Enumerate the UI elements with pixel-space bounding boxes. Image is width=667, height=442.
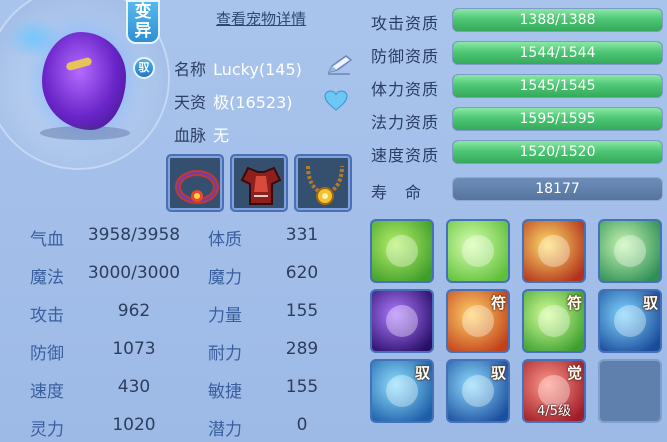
aptitude-label: 攻击资质: [371, 14, 440, 33]
shield-icon: [386, 375, 418, 407]
skill-slot[interactable]: 驭: [446, 359, 510, 423]
aptitude-label: 速度资质: [371, 146, 440, 165]
blue-sword-icon: [462, 375, 494, 407]
aptitude-value: 1544/1544: [519, 45, 596, 61]
aptitude-bar: 1388/1388: [452, 8, 663, 32]
armor-icon: [240, 166, 282, 205]
pet-bloodline-label: 血脉: [174, 126, 207, 145]
pet-bloodline-row: 血脉 无: [174, 122, 229, 146]
stat-label: 体质: [208, 230, 242, 250]
lifespan-label: 寿 命: [371, 183, 423, 202]
red-scroll-icon: [538, 235, 570, 267]
pointing-hand-icon: [538, 305, 570, 337]
view-pet-details-link[interactable]: 查看宠物详情: [216, 8, 306, 29]
pet-name-row: 名称 Lucky(145): [174, 56, 302, 80]
skill-slot[interactable]: [370, 219, 434, 283]
aptitude-value: 1595/1595: [519, 111, 596, 127]
skill-slot-empty[interactable]: [598, 359, 662, 423]
heart-icon[interactable]: [324, 90, 348, 112]
skill-level: 4/5级: [537, 404, 571, 419]
skill-slot[interactable]: 驭: [370, 359, 434, 423]
attribute-value: 1073: [112, 339, 156, 359]
stat-value: 331: [285, 225, 319, 245]
attribute-label: 防御: [30, 344, 64, 364]
pet-name-label: 名称: [174, 60, 207, 79]
stat-label: 力量: [208, 306, 242, 326]
green-wind-icon: [614, 235, 646, 267]
pet-talent-value: 极(16523): [213, 93, 293, 112]
pet-panel: 变异 驭 查看宠物详情 名称 Lucky(145) 天资 极(16523) 血脉…: [0, 0, 667, 442]
pet-bloodline-value: 无: [213, 126, 230, 145]
aptitude-bar: 1520/1520: [452, 140, 663, 164]
stat-value: 155: [285, 377, 319, 397]
skill-slot[interactable]: 驭: [598, 289, 662, 353]
aptitude-value: 1520/1520: [519, 144, 596, 160]
skill-tag: 符: [490, 294, 506, 312]
aptitude-bar: 1544/1544: [452, 41, 663, 65]
aptitude-label: 防御资质: [371, 47, 440, 66]
skill-slot[interactable]: [522, 219, 586, 283]
blue-beast-icon: [614, 305, 646, 337]
aptitude-bar: 1545/1545: [452, 74, 663, 98]
attribute-value: 3000/3000: [87, 263, 181, 283]
pet-talent-label: 天资: [174, 93, 207, 112]
attribute-label: 速度: [30, 382, 64, 402]
pet-model: [42, 32, 126, 130]
aptitude-label: 法力资质: [371, 113, 440, 132]
attribute-value: 1020: [112, 415, 156, 435]
stat-value: 620: [285, 263, 319, 283]
stat-label: 魔力: [208, 268, 242, 288]
attribute-label: 灵力: [30, 420, 64, 440]
aptitude-label: 体力资质: [371, 80, 440, 99]
ring-icon: [175, 170, 219, 204]
stat-value: 155: [285, 301, 319, 321]
attribute-label: 攻击: [30, 306, 64, 326]
skill-slot[interactable]: 符: [522, 289, 586, 353]
aptitude-value: 1388/1388: [519, 12, 596, 28]
attribute-label: 气血: [30, 230, 64, 250]
aptitude-value: 1545/1545: [519, 78, 596, 94]
stat-value: 0: [296, 415, 308, 435]
necklace-icon: [306, 165, 344, 205]
aptitude-bar: 1595/1595: [452, 107, 663, 131]
stat-label: 耐力: [208, 344, 242, 364]
skill-slot[interactable]: [598, 219, 662, 283]
attribute-label: 魔法: [30, 268, 64, 288]
skill-tag: 驭: [414, 364, 430, 382]
skill-tag: 驭: [642, 294, 658, 312]
equip-slot-ring[interactable]: [166, 154, 224, 212]
attribute-value: 962: [117, 301, 151, 321]
purple-vortex-icon: [386, 305, 418, 337]
green-rays-hand-icon: [386, 235, 418, 267]
skill-tag: 符: [566, 294, 582, 312]
pet-name-value: Lucky(145): [213, 60, 302, 79]
skill-tag: 觉: [566, 364, 582, 382]
attribute-value: 3958/3958: [87, 225, 181, 245]
stat-label: 敏捷: [208, 382, 242, 402]
mutant-tag: 变异: [126, 0, 160, 44]
stat-label: 潜力: [208, 420, 242, 440]
skill-slot[interactable]: 觉 4/5级: [522, 359, 586, 423]
pet-talent-row: 天资 极(16523): [174, 89, 293, 113]
fire-slash-icon: [462, 305, 494, 337]
attribute-value: 430: [117, 377, 151, 397]
lifespan-bar: 18177: [452, 177, 663, 201]
stat-value: 289: [285, 339, 319, 359]
skill-slot[interactable]: [370, 289, 434, 353]
edit-name-icon[interactable]: [326, 54, 354, 76]
equip-slot-necklace[interactable]: [294, 154, 352, 212]
pet-shadow: [40, 126, 130, 140]
heart-glow-icon: [462, 235, 494, 267]
ride-badge: 驭: [133, 57, 155, 79]
skill-slot[interactable]: [446, 219, 510, 283]
skill-slot[interactable]: 符: [446, 289, 510, 353]
equip-slot-armor[interactable]: [230, 154, 288, 212]
skill-tag: 驭: [490, 364, 506, 382]
